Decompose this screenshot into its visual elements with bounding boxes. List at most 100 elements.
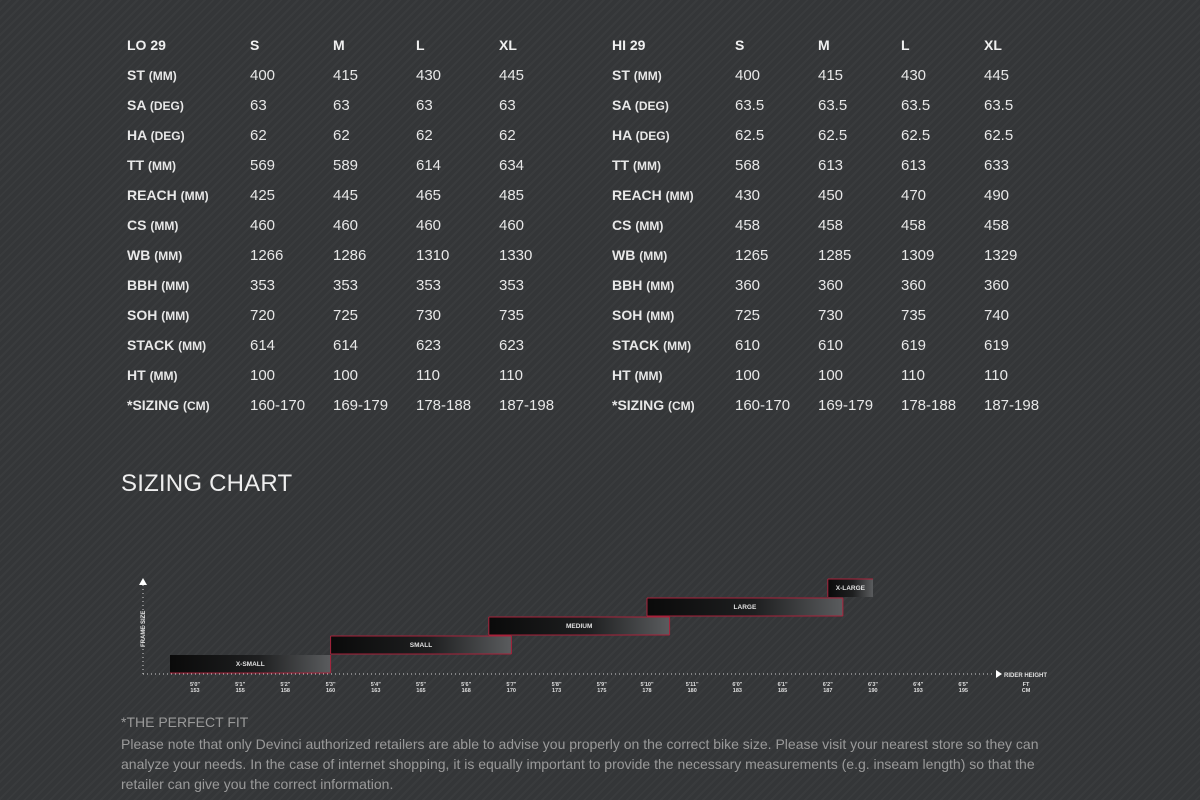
row-label: CS (MM) <box>127 210 250 240</box>
row-label-unit: (MM) <box>149 369 178 383</box>
row-label-unit: (DEG) <box>634 99 669 113</box>
table-cell: 63.5 <box>901 96 931 114</box>
table-cell: 62 <box>416 126 433 144</box>
size-header: XL <box>499 37 517 53</box>
size-header: S <box>735 37 745 53</box>
table-row: *SIZING (CM) 160-170 169-179 178-188 187-198 <box>127 390 582 420</box>
table-cell: 430 <box>416 66 442 84</box>
table-cell: 735 <box>901 306 927 324</box>
table-cell: 353 <box>333 276 359 294</box>
table-row: CS (MM) 460 460 460 460 <box>127 210 582 240</box>
table-cell: 445 <box>499 66 525 84</box>
table-cell: 360 <box>818 276 844 294</box>
table-cell: 415 <box>333 66 359 84</box>
row-label-name: HA <box>612 127 632 143</box>
size-header: XL <box>984 37 1002 53</box>
row-label-unit: (CM) <box>668 399 695 413</box>
table-cell: 400 <box>250 66 276 84</box>
size-bar-label: X-LARGE <box>836 585 866 592</box>
row-label-name: STACK <box>612 337 660 353</box>
table-cell: 1329 <box>984 246 1018 264</box>
y-axis-label: FRAME SIZE <box>141 611 147 647</box>
row-label-unit: (MM) <box>154 249 183 263</box>
table-cell: 613 <box>818 156 844 174</box>
row-label-unit: (MM) <box>633 69 662 83</box>
table-cell: 353 <box>250 276 276 294</box>
table-cell: 458 <box>901 216 927 234</box>
x-tick-cm: 175 <box>597 688 606 694</box>
table-header-row: HI 29 S M L XL <box>612 30 1067 60</box>
table-cell: 725 <box>333 306 359 324</box>
table-cell: 613 <box>901 156 927 174</box>
table-cell: 169-179 <box>818 396 874 414</box>
table-row: ST (MM) 400 415 430 445 <box>127 60 582 90</box>
table-cell: 187-198 <box>499 396 555 414</box>
table-cell: 610 <box>735 336 761 354</box>
table-cell: 458 <box>735 216 761 234</box>
table-row: HT (MM) 100 100 110 110 <box>127 360 582 390</box>
row-label-unit: (DEG) <box>149 99 184 113</box>
row-label-name: HT <box>127 367 146 383</box>
table-cell: 353 <box>499 276 525 294</box>
table-cell: 62 <box>333 126 350 144</box>
x-tick-cm: 180 <box>688 688 697 694</box>
size-header: S <box>250 37 260 53</box>
x-tick-cm: 168 <box>462 688 471 694</box>
row-label-unit: (MM) <box>178 339 207 353</box>
table-cell: 569 <box>250 156 276 174</box>
table-cell: 353 <box>416 276 442 294</box>
table-cell: 450 <box>818 186 844 204</box>
table-cell: 610 <box>818 336 844 354</box>
table-cell: 1266 <box>250 246 284 264</box>
table-cell: 633 <box>984 156 1010 174</box>
table-cell: 430 <box>901 66 927 84</box>
x-tick-cm: 173 <box>552 688 561 694</box>
x-tick-cm: 187 <box>823 688 832 694</box>
table-cell: 110 <box>901 366 925 384</box>
table-row: *SIZING (CM) 160-170 169-179 178-188 187-198 <box>612 390 1067 420</box>
row-label-unit: (DEG) <box>635 129 670 143</box>
table-cell: 730 <box>818 306 844 324</box>
x-tick-cm: 155 <box>236 688 245 694</box>
table-cell: 100 <box>735 366 761 384</box>
table-row: SA (DEG) 63.5 63.5 63.5 63.5 <box>612 90 1067 120</box>
table-cell: 460 <box>333 216 359 234</box>
table-row: WB (MM) 1266 1286 1310 1330 <box>127 240 582 270</box>
row-label: BBH (MM) <box>612 270 735 300</box>
table-cell: 100 <box>333 366 359 384</box>
table-cell: 614 <box>250 336 276 354</box>
row-label-name: SA <box>612 97 631 113</box>
table-cell: 62 <box>250 126 267 144</box>
table-cell: 445 <box>984 66 1010 84</box>
row-label-name: WB <box>612 247 636 263</box>
table-cell: 160-170 <box>250 396 306 414</box>
table-cell: 62.5 <box>984 126 1014 144</box>
table-cell: 730 <box>416 306 442 324</box>
x-tick-cm: 160 <box>326 688 335 694</box>
x-tick-cm: 158 <box>281 688 290 694</box>
x-tick-cm: 185 <box>778 688 787 694</box>
table-cell: 110 <box>416 366 440 384</box>
table-cell: 623 <box>499 336 525 354</box>
x-axis-label: RIDER HEIGHT <box>1004 673 1047 679</box>
size-bar-label: SMALL <box>410 642 432 649</box>
chart-axes: FRAME SIZE RIDER HEIGHT FT CM <box>139 578 1047 694</box>
size-bar-label: X-SMALL <box>236 661 265 668</box>
table-cell: 735 <box>499 306 525 324</box>
table-cell: 634 <box>499 156 525 174</box>
table-cell: 62.5 <box>901 126 931 144</box>
row-label-name: WB <box>127 247 151 263</box>
x-tick-cm: 165 <box>416 688 425 694</box>
table-body: ST (MM) 400 415 430 445 SA (DEG) 63.5 63.5 63.5 6… <box>612 60 1067 420</box>
row-label-name: REACH <box>612 187 662 203</box>
x-tick-cm: 193 <box>914 688 923 694</box>
table-model-name: HI 29 <box>612 37 646 53</box>
table-cell: 1285 <box>818 246 852 264</box>
row-label-name: TT <box>127 157 145 173</box>
row-label-name: ST <box>127 67 145 83</box>
table-cell: 568 <box>735 156 761 174</box>
table-cell: 740 <box>984 306 1010 324</box>
row-label-name: HT <box>612 367 631 383</box>
table-row: HA (DEG) 62 62 62 62 <box>127 120 582 150</box>
table-body: ST (MM) 400 415 430 445 SA (DEG) 63 63 63 63 HA (D… <box>127 60 582 420</box>
